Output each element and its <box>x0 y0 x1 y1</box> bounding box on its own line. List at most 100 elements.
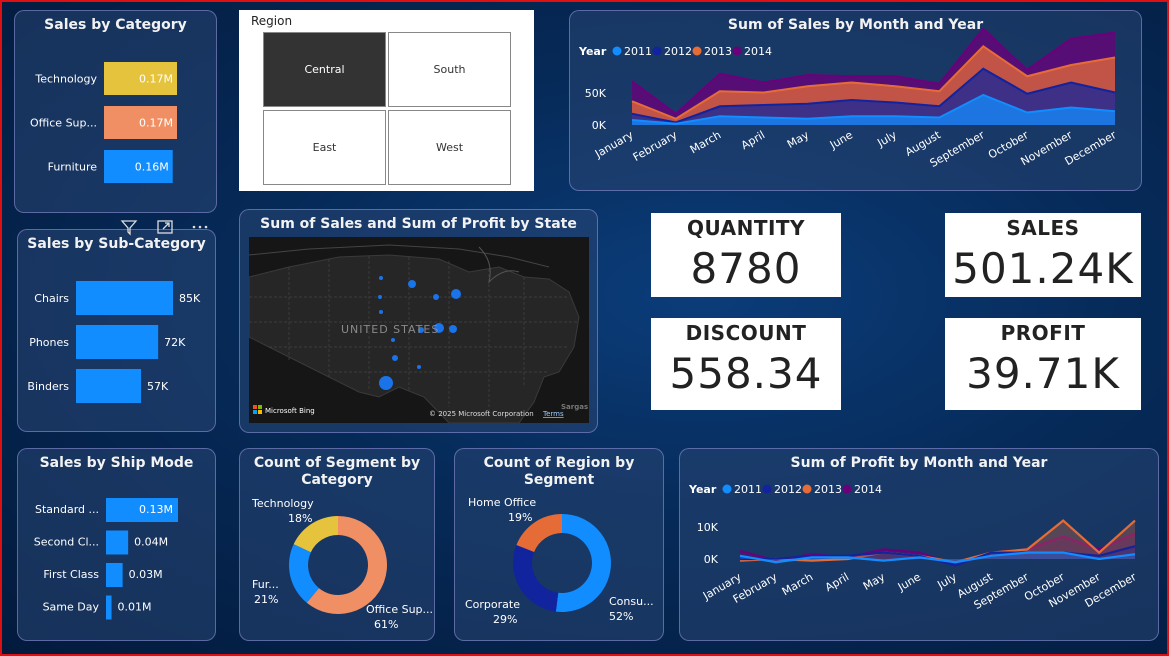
data-label: 72K <box>164 336 186 349</box>
filter-icon[interactable] <box>120 218 138 240</box>
sales-by-month-panel[interactable]: Sum of Sales by Month and Year Year 2011 2… <box>569 10 1142 191</box>
region-option-east[interactable]: East <box>263 110 386 185</box>
kpi-profit-card: PROFIT 39.71K <box>945 318 1141 410</box>
sales-by-subcategory-panel[interactable]: Sales by Sub-Category Chairs 85K Phones 72K… <box>17 229 216 432</box>
bar <box>106 595 112 620</box>
map-bubble[interactable] <box>379 376 393 390</box>
legend-label: 2013 <box>814 483 842 496</box>
data-label: 0.04M <box>134 536 168 549</box>
kpi-profit-label: PROFIT <box>1000 321 1086 345</box>
legend-label: 2012 <box>774 483 802 496</box>
x-tick-label: April <box>823 570 851 594</box>
donut-slice <box>555 514 611 612</box>
kpi-discount-card: DISCOUNT 558.34 <box>651 318 841 410</box>
x-tick-label: January <box>592 128 636 161</box>
kpi-profit-value: 39.71K <box>966 349 1120 398</box>
map-bubble[interactable] <box>417 365 421 369</box>
panel-title: Sum of Sales and Sum of Profit by State <box>260 216 577 232</box>
profit-by-month-panel[interactable]: Sum of Profit by Month and Year Year 2011… <box>679 448 1159 641</box>
map-bubble[interactable] <box>392 355 398 361</box>
bar <box>76 281 173 315</box>
slice-label: Consu... <box>609 595 654 608</box>
slice-pct-label: 52% <box>609 610 633 623</box>
kpi-sales-value: 501.24K <box>952 244 1134 293</box>
x-tick-label: July <box>874 128 899 150</box>
bar <box>106 530 129 555</box>
map-bubble[interactable] <box>408 280 416 288</box>
x-tick-label: April <box>739 128 767 152</box>
category-label: Phones <box>29 336 69 349</box>
kpi-sales-label: SALES <box>1006 216 1080 240</box>
y-tick-label: 50K <box>585 87 607 100</box>
legend-label: 2014 <box>744 45 772 58</box>
segment-by-category-panel[interactable]: Count of Segment by Category Office Sup.… <box>239 448 435 641</box>
slice-pct-label: 19% <box>508 511 532 524</box>
kpi-quantity-card: QUANTITY 8780 <box>651 213 841 297</box>
us-map[interactable]: UNITED STATES Microsoft Bing © 2025 Micr… <box>249 237 589 423</box>
map-bubble[interactable] <box>379 310 383 314</box>
slice-pct-label: 18% <box>288 512 312 525</box>
map-copyright: © 2025 Microsoft Corporation <box>429 410 534 418</box>
sales-by-category-panel[interactable]: Sales by Category Technology 0.17M Office … <box>14 10 217 213</box>
kpi-quantity-value: 8780 <box>690 244 802 293</box>
kpi-discount-label: DISCOUNT <box>685 321 807 345</box>
region-slicer: Region Central South East West <box>239 10 534 191</box>
x-tick-label: May <box>785 128 812 151</box>
x-tick-label: March <box>688 128 724 156</box>
profit-line-chart: Year 2011 2012 2013 201410K0KJanuaryFebruary… <box>688 483 1139 612</box>
legend-marker <box>732 46 742 56</box>
map-terms-link[interactable]: Terms <box>542 410 564 418</box>
bar <box>106 563 123 587</box>
sales-by-category-chart: Technology 0.17M Office Sup... 0.17M Furnitu… <box>30 62 177 183</box>
map-bubble[interactable] <box>391 338 395 342</box>
slice-pct-label: 61% <box>374 618 398 631</box>
kpi-quantity-label: QUANTITY <box>686 216 806 240</box>
x-tick-label: June <box>895 570 923 594</box>
legend-label: 2014 <box>854 483 882 496</box>
legend-title: Year <box>688 483 717 496</box>
sales-by-subcategory-chart: Chairs 85K Phones 72K Binders 57K <box>27 281 201 403</box>
kpi-sales-card: SALES 501.24K <box>945 213 1141 297</box>
map-bubble[interactable] <box>449 325 457 333</box>
data-label: 0.13M <box>139 503 173 516</box>
map-bubble[interactable] <box>379 276 383 280</box>
legend-marker <box>652 46 662 56</box>
slice-label: Corporate <box>465 598 520 611</box>
region-by-segment-donut: Consu... 52% Corporate 29% Home Office 19% <box>465 496 654 626</box>
slice-label: Technology <box>251 497 314 510</box>
region-by-segment-panel[interactable]: Count of Region by Segment Consu... 52% Co… <box>454 448 664 641</box>
category-label: Second Cl... <box>34 536 99 549</box>
sales-by-ship-mode-chart: Standard ... 0.13M Second Cl... 0.04M First … <box>34 498 178 620</box>
sales-by-ship-mode-panel[interactable]: Sales by Ship Mode Standard ... 0.13M Seco… <box>17 448 216 641</box>
sales-area-chart: Year 2011 2012 2013 2014 50K 0KJanuaryFebruary… <box>578 27 1119 170</box>
more-options-icon[interactable] <box>188 218 212 240</box>
focus-mode-icon[interactable] <box>156 218 174 240</box>
slice-label: Home Office <box>468 496 536 509</box>
map-bubble[interactable] <box>433 294 439 300</box>
data-label: 57K <box>147 380 169 393</box>
legend-label: 2012 <box>664 45 692 58</box>
x-tick-label: May <box>861 570 888 593</box>
legend-marker <box>842 484 852 494</box>
map-country-label: UNITED STATES <box>341 323 439 336</box>
y-tick-label: 0K <box>592 119 607 132</box>
map-brand: Microsoft Bing <box>265 407 315 415</box>
category-label: Technology <box>34 73 97 86</box>
legend-marker <box>802 484 812 494</box>
map-bubble[interactable] <box>451 289 461 299</box>
region-option-central[interactable]: Central <box>263 32 386 107</box>
map-bubble[interactable] <box>378 295 382 299</box>
data-label: 85K <box>179 292 201 305</box>
region-option-south[interactable]: South <box>388 32 511 107</box>
category-label: First Class <box>43 568 99 581</box>
bar <box>76 369 142 403</box>
data-label: 0.17M <box>139 73 173 86</box>
category-label: Office Sup... <box>30 117 97 130</box>
legend-label: 2013 <box>704 45 732 58</box>
region-option-west[interactable]: West <box>388 110 511 185</box>
slice-label: Office Sup... <box>366 603 433 616</box>
category-label: Standard ... <box>35 503 99 516</box>
y-tick-label: 10K <box>697 521 719 534</box>
category-label: Same Day <box>43 601 100 614</box>
data-label: 0.16M <box>135 161 169 174</box>
